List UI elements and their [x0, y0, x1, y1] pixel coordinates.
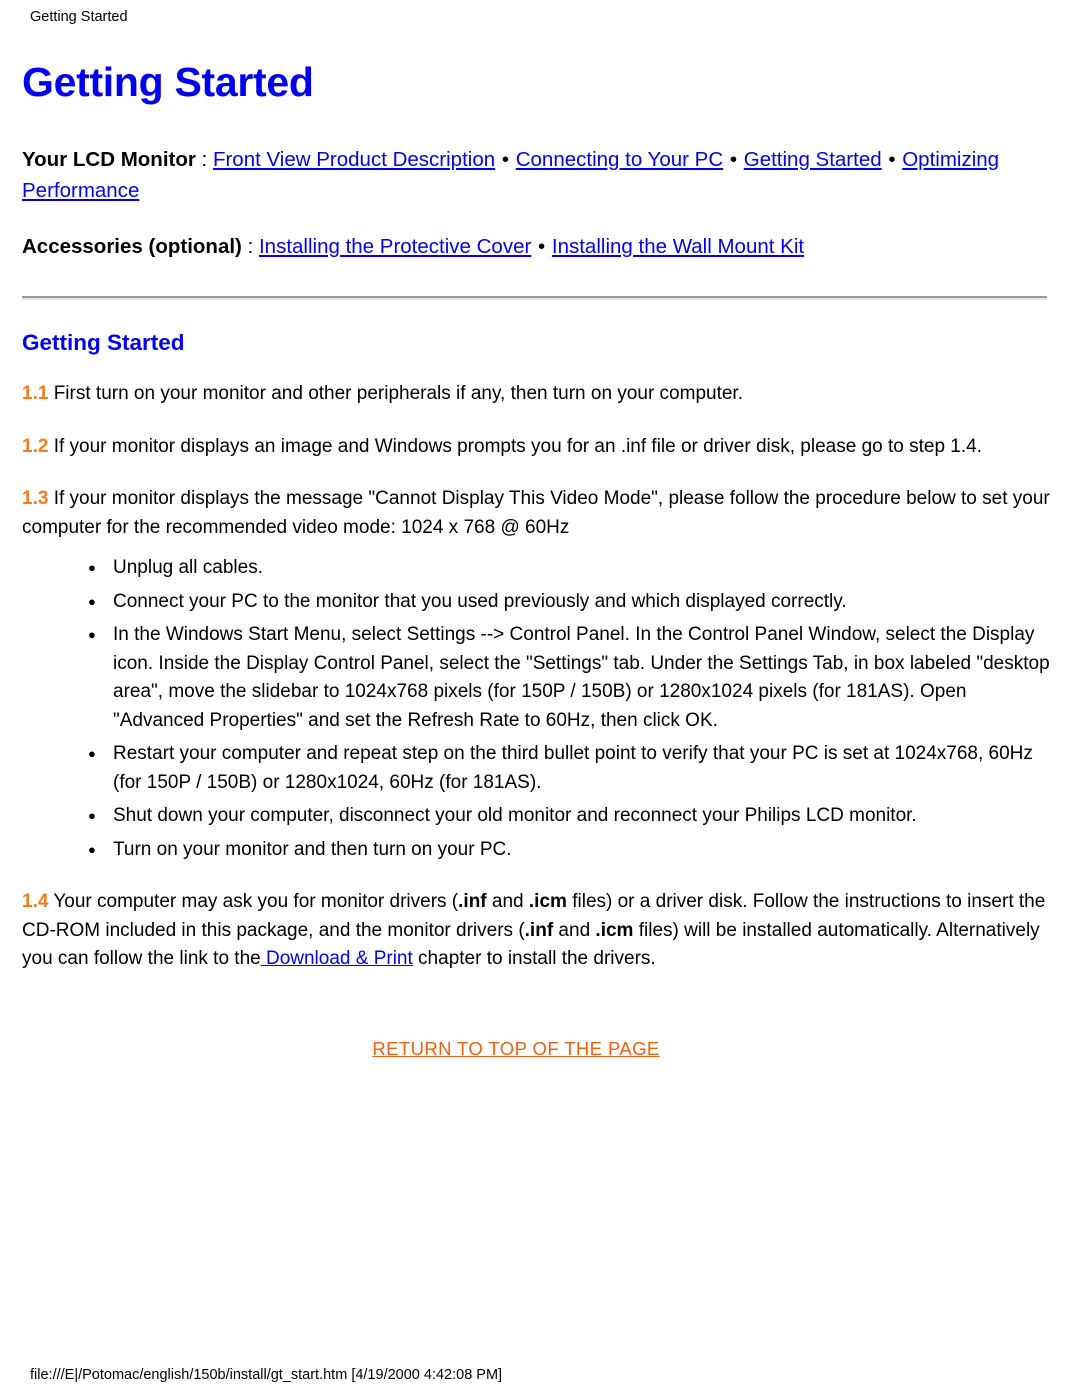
step-text-1-1: First turn on your monitor and other per… [48, 383, 743, 404]
nav-link-wall-mount-kit[interactable]: Installing the Wall Mount Kit [552, 235, 804, 258]
nav-separator-1b: • [729, 148, 738, 171]
nav-link-getting-started[interactable]: Getting Started [744, 148, 882, 171]
page-title: Getting Started [22, 59, 314, 105]
nav-link-front-view[interactable]: Front View Product Description [213, 148, 495, 171]
nav-link-connecting-pc[interactable]: Connecting to Your PC [516, 148, 723, 171]
step-1-4-part1: Your computer may ask you for monitor dr… [48, 891, 459, 912]
step-number-1-2: 1.2 [22, 435, 49, 457]
step-1-4-part4: and [553, 919, 596, 941]
procedure-bullet-list: Unplug all cables. Connect your PC to th… [22, 553, 1050, 865]
list-item: Connect your PC to the monitor that you … [88, 587, 1050, 617]
nav-label-monitor: Your LCD Monitor [22, 148, 196, 171]
list-item: Unplug all cables. [88, 553, 1050, 583]
nav-label-accessories: Accessories (optional) [22, 235, 242, 258]
step-1-3: 1.3 If your monitor displays the message… [22, 485, 1050, 542]
return-to-top-container: RETURN TO TOP OF THE PAGE [22, 1038, 1050, 1060]
horizontal-divider [22, 296, 1047, 300]
step-number-1-1: 1.1 [22, 383, 49, 404]
file-ext-inf-2: .inf [524, 919, 554, 941]
file-ext-icm-1: .icm [528, 891, 567, 912]
nav-separator-1a: • [501, 148, 510, 171]
list-item: Restart your computer and repeat step on… [88, 739, 1050, 797]
file-ext-inf-1: .inf [458, 891, 487, 912]
running-header: Getting Started [30, 9, 128, 25]
step-1-1: 1.1 First turn on your monitor and other… [22, 380, 1050, 409]
step-text-1-2: If your monitor displays an image and Wi… [48, 435, 982, 457]
document-content: Getting Started Your LCD Monitor : Front… [22, 58, 1050, 1060]
nav-separator-1c: • [888, 148, 896, 171]
download-and-print-link[interactable]: Download & Print [261, 948, 413, 969]
step-1-4: 1.4 Your computer may ask you for monito… [22, 888, 1050, 974]
nav-separator-2a: • [538, 235, 546, 258]
list-item: Shut down your computer, disconnect your… [88, 801, 1050, 831]
nav-line-accessories: Accessories (optional) : Installing the … [22, 231, 1050, 262]
footer-file-path: file:///E|/Potomac/english/150b/install/… [30, 1367, 503, 1383]
nav-link-protective-cover[interactable]: Installing the Protective Cover [259, 235, 531, 258]
list-item: In the Windows Start Menu, select Settin… [88, 620, 1050, 735]
section-heading-getting-started: Getting Started [22, 330, 185, 355]
list-item: Turn on your monitor and then turn on yo… [88, 835, 1050, 865]
document-page: Getting Started Getting Started Your LCD… [0, 0, 1080, 1397]
file-ext-icm-2: .icm [595, 919, 634, 941]
step-number-1-4: 1.4 [22, 891, 49, 912]
nav-colon-1: : [195, 148, 213, 171]
step-number-1-3: 1.3 [22, 488, 49, 509]
nav-colon-2: : [241, 235, 259, 258]
step-text-1-3: If your monitor displays the message "Ca… [22, 488, 1050, 538]
return-to-top-link[interactable]: RETURN TO TOP OF THE PAGE [372, 1038, 659, 1059]
nav-line-monitor: Your LCD Monitor : Front View Product De… [22, 144, 1050, 206]
step-1-4-part6: chapter to install the drivers. [412, 948, 656, 969]
step-1-2: 1.2 If your monitor displays an image an… [22, 433, 1050, 462]
step-1-4-part2: and [486, 891, 529, 912]
